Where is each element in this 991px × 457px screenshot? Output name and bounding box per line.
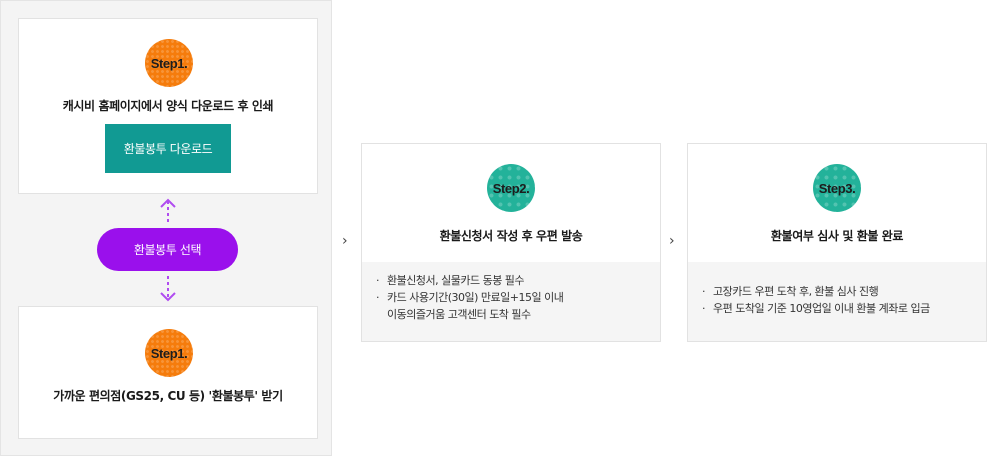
select-envelope-pill: 환불봉투 선택	[97, 228, 238, 271]
note-item: · 카드 사용기간(30일) 만료일+15일 이내	[376, 291, 564, 304]
step1-download-box: Step1. 캐시비 홈페이지에서 양식 다운로드 후 인쇄 환불봉투 다운로드	[18, 18, 318, 194]
step3-badge: Step3.	[813, 164, 861, 212]
chevron-right-icon: ›	[669, 233, 675, 249]
step1-store-box: Step1. 가까운 편의점(GS25, CU 등) '환불봉투' 받기	[18, 306, 318, 439]
step2-card: Step2. 환불신청서 작성 후 우편 발송 · 환불신청서, 실물카드 동봉 …	[361, 143, 661, 342]
arrow-up-icon	[160, 198, 176, 224]
step2-badge: Step2.	[487, 164, 535, 212]
step1-badge: Step1.	[145, 39, 193, 87]
arrow-down-icon	[160, 276, 176, 302]
step3-notes: · 고장카드 우편 도착 후, 환불 심사 진행 · 우편 도착일 기준 10영업일…	[688, 262, 986, 341]
step2-title: 환불신청서 작성 후 우편 발송	[439, 229, 583, 243]
step3-title: 환불여부 심사 및 환불 완료	[770, 229, 904, 243]
note-item: · 우편 도착일 기준 10영업일 이내 환불 계좌로 입금	[702, 302, 930, 315]
chevron-right-icon: ›	[342, 233, 348, 249]
note-item: · 고장카드 우편 도착 후, 환불 심사 진행	[702, 285, 879, 298]
download-envelope-button[interactable]: 환불봉투 다운로드	[105, 124, 231, 173]
step1-store-title: 가까운 편의점(GS25, CU 등) '환불봉투' 받기	[53, 389, 283, 403]
step3-card: Step3. 환불여부 심사 및 환불 완료 · 고장카드 우편 도착 후, 환불…	[687, 143, 987, 342]
step2-notes: · 환불신청서, 실물카드 동봉 필수 · 카드 사용기간(30일) 만료일+15일…	[362, 262, 660, 341]
step1-badge: Step1.	[145, 329, 193, 377]
left-panel: Step1. 캐시비 홈페이지에서 양식 다운로드 후 인쇄 환불봉투 다운로드…	[0, 0, 332, 456]
note-item-continued: 이동의즐거움 고객센터 도착 필수	[387, 308, 531, 321]
step1-download-title: 캐시비 홈페이지에서 양식 다운로드 후 인쇄	[62, 99, 274, 113]
note-item: · 환불신청서, 실물카드 동봉 필수	[376, 274, 525, 287]
